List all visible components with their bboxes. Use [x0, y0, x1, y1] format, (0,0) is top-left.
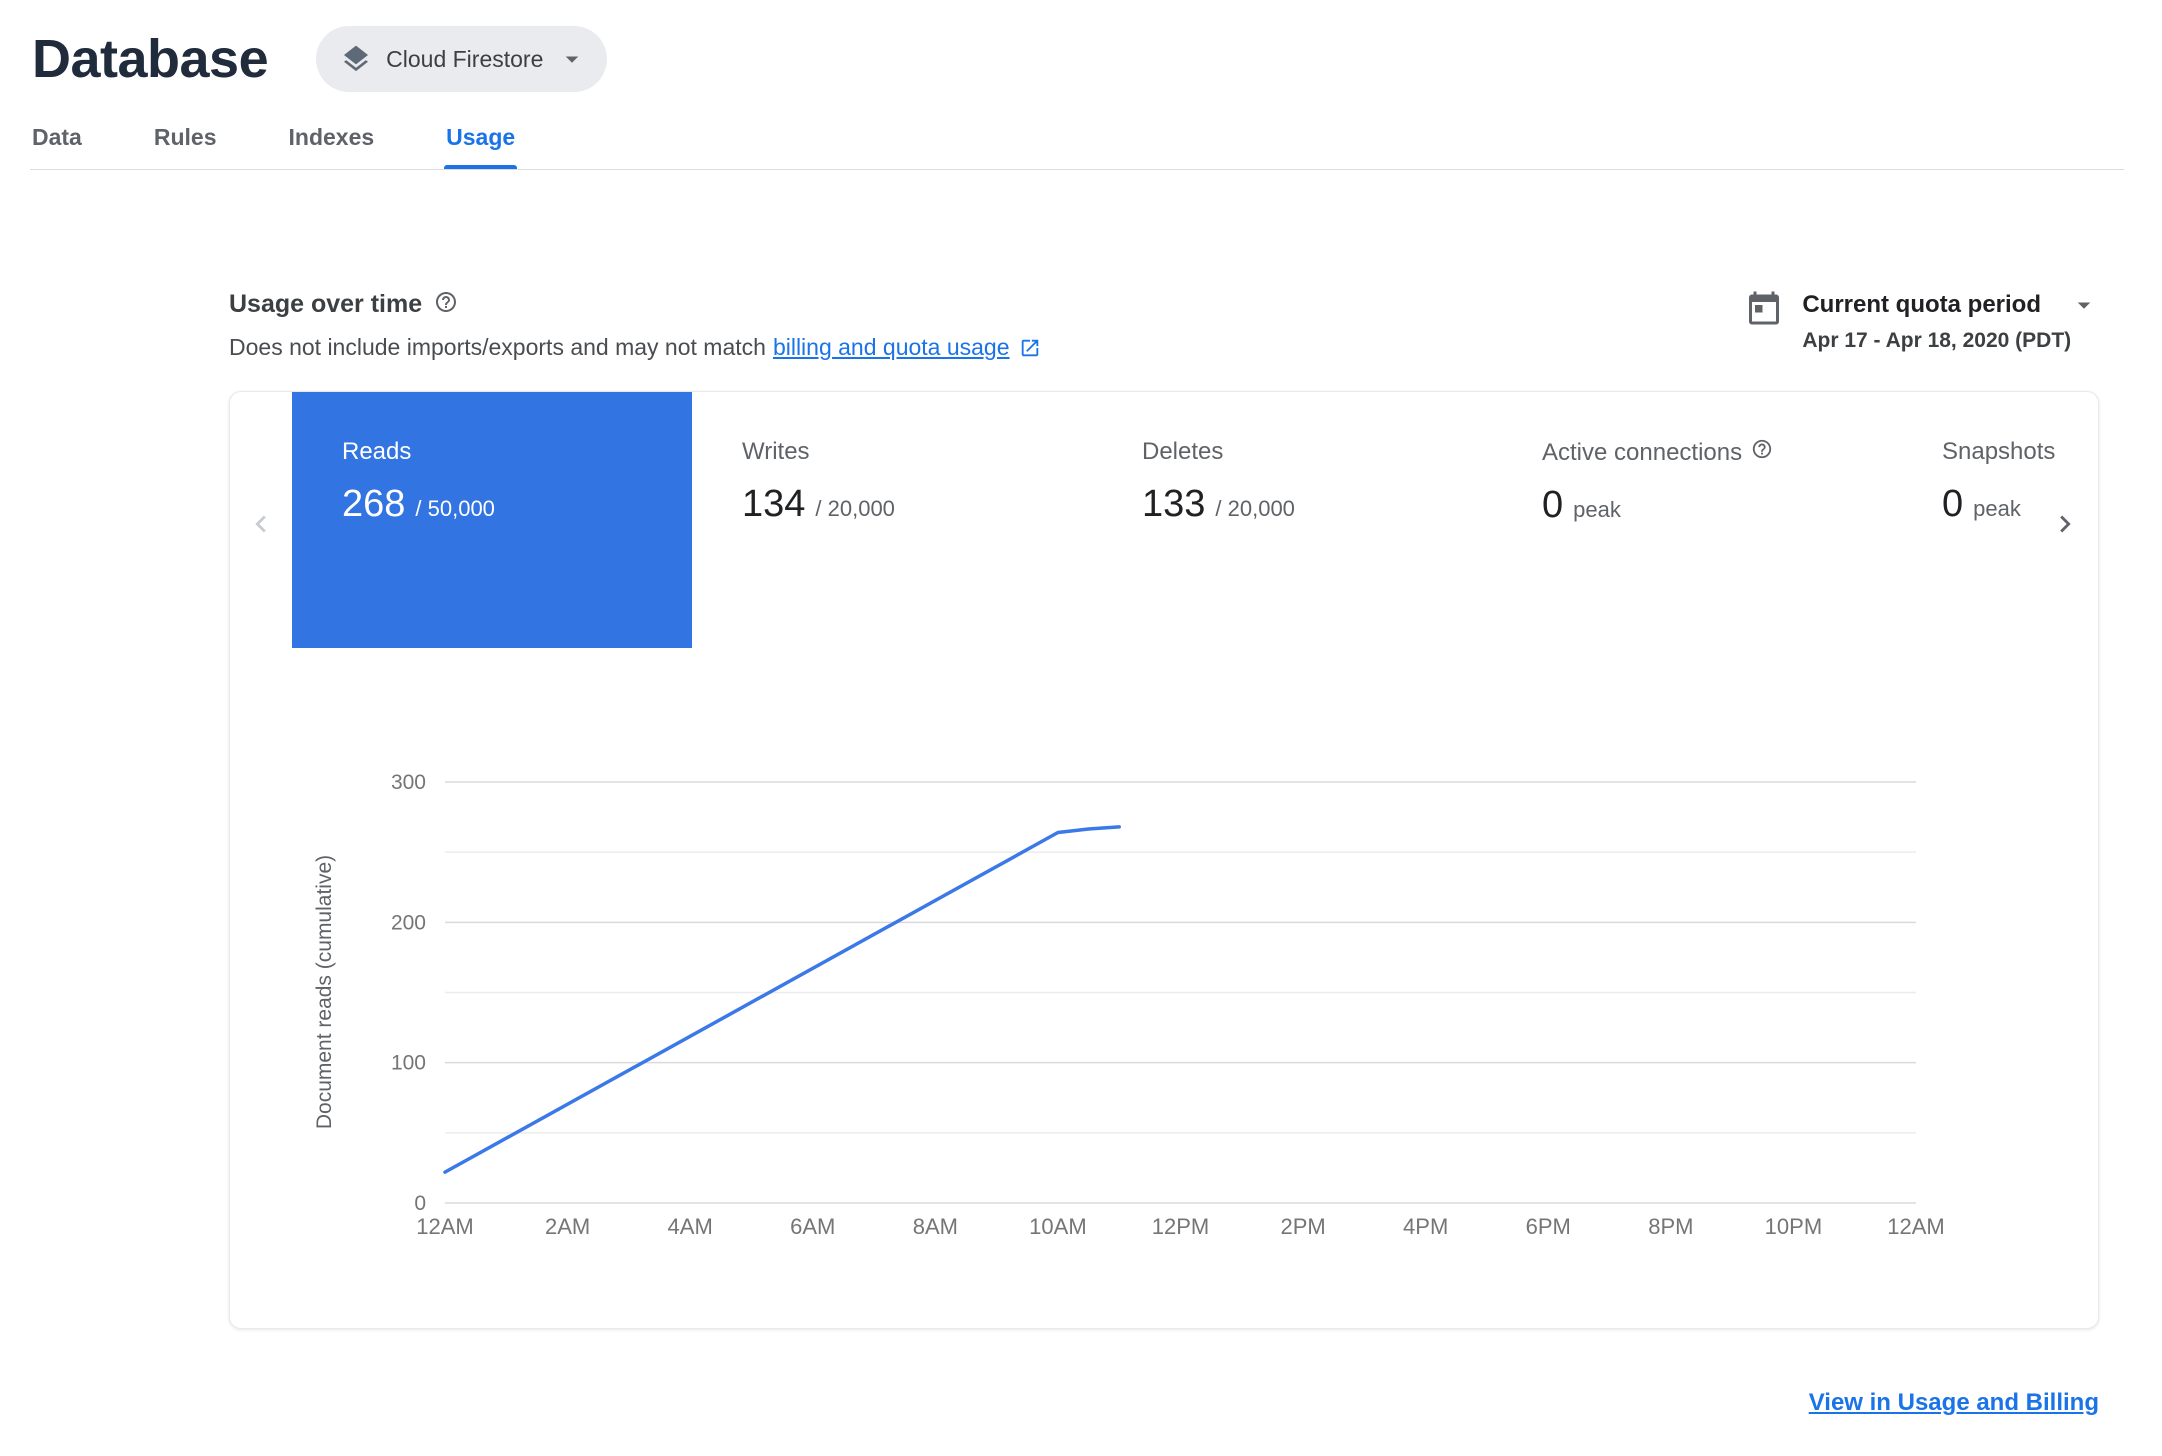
svg-text:6PM: 6PM	[1526, 1214, 1571, 1239]
svg-text:0: 0	[414, 1192, 426, 1215]
calendar-icon	[1746, 290, 1782, 353]
svg-text:300: 300	[391, 771, 426, 794]
svg-text:8AM: 8AM	[913, 1214, 958, 1239]
usage-header: Usage over time Does not include imports…	[229, 290, 2099, 361]
metric-label: Reads	[342, 438, 412, 465]
metric-label: Writes	[742, 438, 810, 465]
metric-tiles: Reads 268 / 50,000 Writes 134 / 20,000 D…	[230, 392, 2098, 648]
svg-text:200: 200	[391, 911, 426, 934]
svg-text:12AM: 12AM	[416, 1214, 473, 1239]
chevron-right-icon[interactable]	[2048, 507, 2082, 541]
product-selector[interactable]: Cloud Firestore	[316, 26, 608, 92]
metric-limit: / 50,000	[415, 496, 495, 521]
usage-chart: 0 100 200 300 12AM 2AM 4AM 6AM 8AM 10AM 12PM 2PM 4PM…	[391, 771, 1945, 1239]
metric-value: 0	[1942, 483, 1964, 525]
tab-usage[interactable]: Usage	[444, 124, 518, 169]
external-link-icon	[1017, 337, 1041, 359]
svg-text:6AM: 6AM	[790, 1214, 835, 1239]
quota-period-text: Current quota period Apr 17 - Apr 18, 20…	[1802, 290, 2099, 353]
chevron-down-icon	[2069, 290, 2099, 320]
svg-text:2PM: 2PM	[1280, 1214, 1325, 1239]
usage-header-left: Usage over time Does not include imports…	[229, 290, 1041, 361]
usage-card: Reads 268 / 50,000 Writes 134 / 20,000 D…	[229, 391, 2099, 1329]
metric-peak-label: peak	[1973, 496, 2021, 521]
help-icon[interactable]	[434, 290, 458, 319]
tab-data[interactable]: Data	[32, 124, 82, 169]
usage-main: Usage over time Does not include imports…	[229, 290, 2099, 1417]
svg-text:10AM: 10AM	[1029, 1214, 1086, 1239]
app-header: Database Cloud Firestore	[0, 0, 2162, 92]
chevron-down-icon	[557, 44, 587, 74]
firestore-icon	[340, 43, 372, 75]
tab-rules[interactable]: Rules	[154, 124, 217, 169]
metric-limit: / 20,000	[1215, 496, 1295, 521]
firestore-usage-page: Database Cloud Firestore Data Rules Inde…	[0, 0, 2162, 1417]
quota-period-selector[interactable]: Current quota period Apr 17 - Apr 18, 20…	[1746, 290, 2099, 353]
metric-label: Deletes	[1142, 438, 1224, 465]
metric-tile-active-connections[interactable]: Active connections 0 peak	[1492, 392, 1892, 648]
metric-tile-deletes[interactable]: Deletes 133 / 20,000	[1092, 392, 1492, 648]
metric-label: Snapshots	[1942, 438, 2056, 465]
quota-period-label: Current quota period	[1802, 291, 2041, 318]
metric-peak-label: peak	[1573, 497, 1621, 522]
svg-text:12PM: 12PM	[1152, 1214, 1209, 1239]
metric-value: 134	[742, 483, 806, 525]
chart-y-axis-label: Document reads (cumulative)	[313, 854, 336, 1130]
tab-indexes[interactable]: Indexes	[289, 124, 375, 169]
metric-tile-reads[interactable]: Reads 268 / 50,000	[292, 392, 692, 648]
metric-value: 268	[342, 483, 406, 525]
tab-bar: Data Rules Indexes Usage	[0, 124, 2162, 169]
chevron-left-icon[interactable]	[244, 507, 278, 541]
description-text: Does not include imports/exports and may…	[229, 334, 766, 360]
usage-chart-area: Document reads (cumulative) 0 100 200 300 12…	[230, 758, 2098, 1278]
metric-value: 0	[1542, 484, 1564, 526]
svg-text:4AM: 4AM	[668, 1214, 713, 1239]
svg-text:12AM: 12AM	[1887, 1214, 1944, 1239]
metric-tile-writes[interactable]: Writes 134 / 20,000	[692, 392, 1092, 648]
metric-value: 133	[1142, 483, 1206, 525]
product-selector-label: Cloud Firestore	[386, 45, 544, 72]
billing-quota-usage-link[interactable]: billing and quota usage	[773, 334, 1010, 361]
svg-text:2AM: 2AM	[545, 1214, 590, 1239]
section-description: Does not include imports/exports and may…	[229, 334, 1041, 361]
quota-period-range: Apr 17 - Apr 18, 2020 (PDT)	[1802, 329, 2072, 352]
section-title: Usage over time	[229, 290, 423, 318]
view-usage-billing-link[interactable]: View in Usage and Billing	[1809, 1389, 2099, 1416]
page-title: Database	[32, 29, 269, 89]
svg-text:4PM: 4PM	[1403, 1214, 1448, 1239]
svg-text:8PM: 8PM	[1648, 1214, 1693, 1239]
svg-text:100: 100	[391, 1052, 426, 1075]
footer-row: View in Usage and Billing	[229, 1389, 2099, 1417]
metric-limit: / 20,000	[815, 496, 895, 521]
tab-bar-divider	[30, 169, 2124, 170]
help-icon[interactable]	[1751, 438, 1773, 467]
svg-text:10PM: 10PM	[1765, 1214, 1822, 1239]
metric-label: Active connections	[1542, 438, 1743, 466]
